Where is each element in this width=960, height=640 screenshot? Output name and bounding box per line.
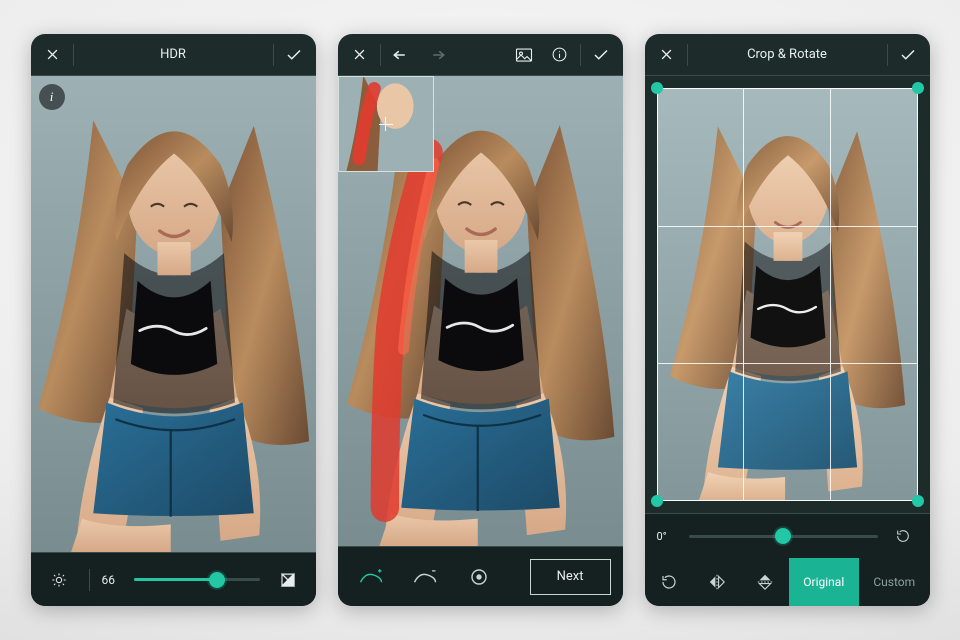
- screen-title: Crop & Rotate: [747, 47, 827, 62]
- compare-toggle-icon[interactable]: [270, 562, 306, 598]
- photo-canvas[interactable]: [645, 76, 930, 513]
- brush-size-tool[interactable]: [458, 556, 500, 598]
- divider: [89, 569, 90, 591]
- next-button[interactable]: Next: [530, 559, 611, 595]
- panel-retouch: Next: [338, 34, 623, 606]
- divider: [273, 44, 274, 66]
- slider-value: 66: [102, 573, 124, 587]
- undo-button[interactable]: [383, 37, 419, 73]
- divider: [687, 44, 688, 66]
- flip-vertical-button[interactable]: [741, 558, 789, 606]
- divider: [380, 44, 381, 66]
- topbar-retouch: [338, 34, 623, 76]
- zoom-preview: [338, 76, 434, 172]
- panel-hdr: HDR: [31, 34, 316, 606]
- apply-button[interactable]: [890, 37, 926, 73]
- image-icon[interactable]: [506, 37, 542, 73]
- brush-add-tool[interactable]: [350, 556, 392, 598]
- topbar-crop: Crop & Rotate: [645, 34, 930, 76]
- apply-button[interactable]: [583, 37, 619, 73]
- next-label: Next: [557, 569, 584, 584]
- brightness-icon: [41, 562, 77, 598]
- divider: [580, 44, 581, 66]
- close-button[interactable]: [342, 37, 378, 73]
- panel-crop: Crop & Rotate: [645, 34, 930, 606]
- close-button[interactable]: [35, 37, 71, 73]
- tab-custom-label: Custom: [873, 575, 915, 589]
- tab-original[interactable]: Original: [789, 558, 860, 606]
- brush-subtract-tool[interactable]: [404, 556, 446, 598]
- info-icon[interactable]: i: [39, 84, 65, 110]
- crop-handle-tl[interactable]: [651, 82, 663, 94]
- footer-hdr: 66: [31, 552, 316, 606]
- crop-grid[interactable]: [657, 88, 918, 501]
- divider: [887, 44, 888, 66]
- redo-button[interactable]: [419, 37, 455, 73]
- screen-title: HDR: [160, 47, 186, 62]
- footer-retouch: Next: [338, 546, 623, 606]
- hdr-slider[interactable]: [134, 568, 260, 592]
- tab-original-label: Original: [803, 575, 844, 589]
- tab-custom[interactable]: Custom: [859, 558, 930, 606]
- rotate-90-button[interactable]: [645, 558, 693, 606]
- photo-canvas[interactable]: [338, 76, 623, 546]
- angle-value: 0°: [657, 530, 679, 543]
- photo-canvas[interactable]: i: [31, 76, 316, 552]
- crop-handle-bl[interactable]: [651, 495, 663, 507]
- divider: [73, 44, 74, 66]
- crop-handle-tr[interactable]: [912, 82, 924, 94]
- info-icon[interactable]: [542, 37, 578, 73]
- footer-crop: 0° Original Custom: [645, 513, 930, 606]
- close-button[interactable]: [649, 37, 685, 73]
- reset-rotation-button[interactable]: [888, 521, 918, 551]
- topbar-hdr: HDR: [31, 34, 316, 76]
- crop-handle-br[interactable]: [912, 495, 924, 507]
- edited-photo: [31, 76, 316, 552]
- apply-button[interactable]: [276, 37, 312, 73]
- flip-horizontal-button[interactable]: [693, 558, 741, 606]
- rotate-slider[interactable]: [689, 524, 878, 548]
